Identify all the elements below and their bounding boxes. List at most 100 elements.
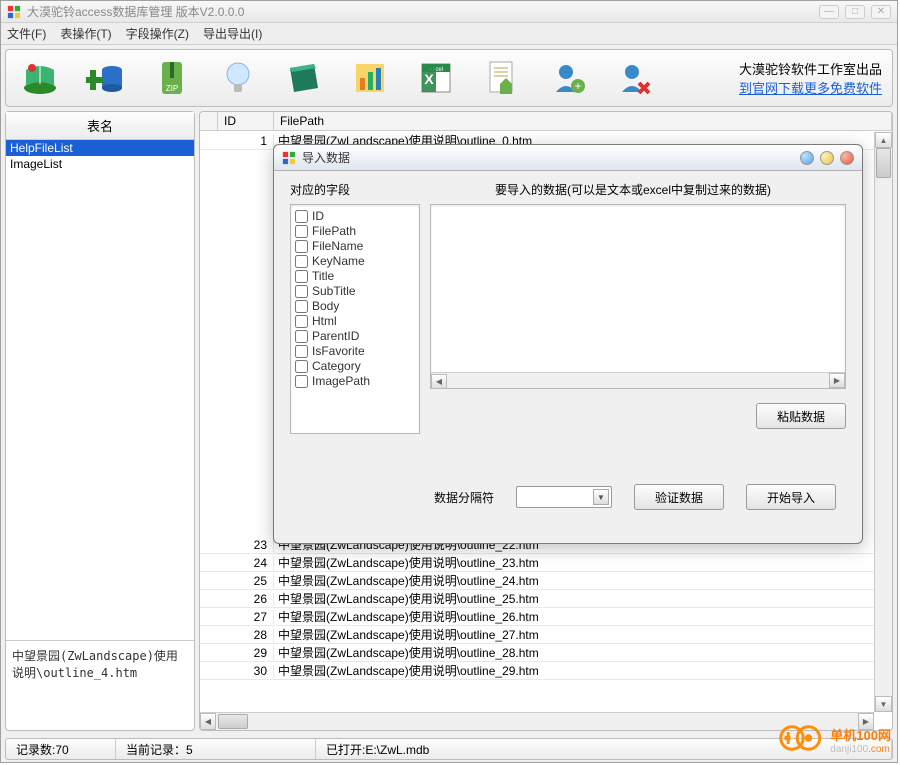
paste-horizontal-scrollbar[interactable]: ◀ ▶ <box>431 372 845 388</box>
dialog-titlebar[interactable]: 导入数据 <box>274 145 862 171</box>
promo-link[interactable]: 到官网下载更多免费软件 <box>739 81 882 96</box>
toolbar-book-icon[interactable] <box>16 54 64 102</box>
table-row[interactable]: 28中望景园(ZwLandscape)使用说明\outline_27.htm <box>200 626 874 644</box>
grid-horizontal-scrollbar[interactable]: ◀ ▶ <box>200 712 874 730</box>
scroll-down-arrow-icon[interactable]: ▼ <box>875 696 892 712</box>
field-checkbox-item[interactable]: Title <box>295 269 415 284</box>
start-import-button[interactable]: 开始导入 <box>746 484 836 510</box>
table-list-item[interactable]: ImageList <box>6 156 194 172</box>
verify-data-button[interactable]: 验证数据 <box>634 484 724 510</box>
app-icon <box>7 5 21 19</box>
menubar: 文件(F) 表操作(T) 字段操作(Z) 导出导出(I) <box>1 23 897 45</box>
grid-header: ID FilePath <box>200 112 892 131</box>
scroll-up-arrow-icon[interactable]: ▲ <box>875 132 892 148</box>
grid-header-id[interactable]: ID <box>218 112 274 130</box>
field-checkbox-item[interactable]: Category <box>295 359 415 374</box>
watermark: 单机100网 danji100.com <box>778 723 891 756</box>
grid-header-filepath[interactable]: FilePath <box>274 112 892 130</box>
field-checkbox-item[interactable]: IsFavorite <box>295 344 415 359</box>
maximize-button[interactable]: □ <box>845 5 865 19</box>
sidebar-description: 中望景园(ZwLandscape)使用说明\outline_4.htm <box>6 640 194 730</box>
menu-export[interactable]: 导出导出(I) <box>203 25 262 42</box>
scroll-thumb-h[interactable] <box>218 714 248 729</box>
toolbar-book2-icon[interactable] <box>280 54 328 102</box>
field-checkbox[interactable] <box>295 255 308 268</box>
field-checkbox-item[interactable]: ImagePath <box>295 374 415 389</box>
minimize-button[interactable]: — <box>819 5 839 19</box>
toolbar-doc-icon[interactable] <box>478 54 526 102</box>
field-checkbox[interactable] <box>295 345 308 358</box>
field-checkbox[interactable] <box>295 300 308 313</box>
toolbar-user-remove-icon[interactable] <box>610 54 658 102</box>
close-button[interactable]: ✕ <box>871 5 891 19</box>
field-checkbox[interactable] <box>295 240 308 253</box>
grid-vertical-scrollbar[interactable]: ▲ ▼ <box>874 132 892 712</box>
toolbar-chart-icon[interactable] <box>346 54 394 102</box>
toolbar-bulb-icon[interactable] <box>214 54 262 102</box>
toolbar: ZIP excelX + 大漠驼铃软件工作室出品 到官网下载更多免费软件 <box>5 49 893 107</box>
field-checkbox-item[interactable]: SubTitle <box>295 284 415 299</box>
field-checkbox[interactable] <box>295 285 308 298</box>
table-row[interactable]: 25中望景园(ZwLandscape)使用说明\outline_24.htm <box>200 572 874 590</box>
field-checkbox-item[interactable]: ParentID <box>295 329 415 344</box>
scroll-thumb[interactable] <box>876 148 891 178</box>
chevron-down-icon[interactable]: ▼ <box>593 489 609 505</box>
paste-textarea[interactable]: ◀ ▶ <box>430 204 846 389</box>
status-current-record: 当前记录：5 <box>116 739 316 759</box>
promo-line1: 大漠驼铃软件工作室出品 <box>739 59 882 78</box>
field-checkbox-item[interactable]: ID <box>295 209 415 224</box>
dialog-fields-header: 对应的字段 <box>290 181 420 198</box>
table-list-item[interactable]: HelpFileList <box>6 140 194 156</box>
field-checkbox[interactable] <box>295 330 308 343</box>
field-checkbox[interactable] <box>295 360 308 373</box>
separator-combobox[interactable]: ▼ <box>516 486 612 508</box>
svg-text:X: X <box>424 71 434 87</box>
status-record-count: 记录数:70 <box>6 739 116 759</box>
dialog-maximize-button[interactable] <box>820 151 834 165</box>
table-row[interactable]: 29中望景园(ZwLandscape)使用说明\outline_28.htm <box>200 644 874 662</box>
field-checkbox-item[interactable]: FilePath <box>295 224 415 239</box>
promo-text: 大漠驼铃软件工作室出品 到官网下载更多免费软件 <box>739 59 882 97</box>
field-checkbox-item[interactable]: FileName <box>295 239 415 254</box>
field-checkbox-item[interactable]: Body <box>295 299 415 314</box>
table-row[interactable]: 27中望景园(ZwLandscape)使用说明\outline_26.htm <box>200 608 874 626</box>
field-checkbox-item[interactable]: KeyName <box>295 254 415 269</box>
sidebar-header: 表名 <box>6 112 194 140</box>
table-row[interactable]: 30中望景园(ZwLandscape)使用说明\outline_29.htm <box>200 662 874 680</box>
grid-header-selector[interactable] <box>200 112 218 130</box>
window-title: 大漠驼铃access数据库管理 版本V2.0.0.0 <box>27 3 819 20</box>
dialog-data-header: 要导入的数据(可以是文本或excel中复制过来的数据) <box>420 181 846 198</box>
field-checkbox[interactable] <box>295 375 308 388</box>
field-checklist[interactable]: IDFilePathFileNameKeyNameTitleSubTitleBo… <box>290 204 420 434</box>
field-checkbox[interactable] <box>295 270 308 283</box>
watermark-line1: 单机100网 <box>830 725 891 744</box>
field-checkbox-item[interactable]: Html <box>295 314 415 329</box>
menu-table-ops[interactable]: 表操作(T) <box>60 25 111 42</box>
scroll-left-arrow-icon[interactable]: ◀ <box>431 374 447 389</box>
table-row[interactable]: 24中望景园(ZwLandscape)使用说明\outline_23.htm <box>200 554 874 572</box>
field-checkbox[interactable] <box>295 225 308 238</box>
table-list[interactable]: HelpFileListImageList <box>6 140 194 640</box>
dialog-app-icon <box>282 151 296 165</box>
toolbar-user-add-icon[interactable]: + <box>544 54 592 102</box>
import-dialog: 导入数据 对应的字段 要导入的数据(可以是文本或excel中复制过来的数据) I… <box>273 144 863 544</box>
menu-field-ops[interactable]: 字段操作(Z) <box>126 25 189 42</box>
sidebar: 表名 HelpFileListImageList 中望景园(ZwLandscap… <box>5 111 195 731</box>
toolbar-zip-icon[interactable]: ZIP <box>148 54 196 102</box>
field-checkbox[interactable] <box>295 315 308 328</box>
dialog-close-button[interactable] <box>840 151 854 165</box>
paste-data-button[interactable]: 粘贴数据 <box>756 403 846 429</box>
menu-file[interactable]: 文件(F) <box>7 25 46 42</box>
table-row[interactable]: 26中望景园(ZwLandscape)使用说明\outline_25.htm <box>200 590 874 608</box>
field-checkbox[interactable] <box>295 210 308 223</box>
main-titlebar: 大漠驼铃access数据库管理 版本V2.0.0.0 — □ ✕ <box>1 1 897 23</box>
svg-text:+: + <box>574 79 581 93</box>
scroll-right-arrow-icon[interactable]: ▶ <box>829 373 845 388</box>
toolbar-add-db-icon[interactable] <box>82 54 130 102</box>
watermark-domain-left: danji100 <box>830 744 868 755</box>
dialog-title: 导入数据 <box>302 149 800 166</box>
dialog-minimize-button[interactable] <box>800 151 814 165</box>
statusbar: 记录数:70 当前记录：5 已打开:E:\ZwL.mdb <box>5 738 893 760</box>
toolbar-excel-icon[interactable]: excelX <box>412 54 460 102</box>
scroll-left-arrow-icon[interactable]: ◀ <box>200 713 216 730</box>
